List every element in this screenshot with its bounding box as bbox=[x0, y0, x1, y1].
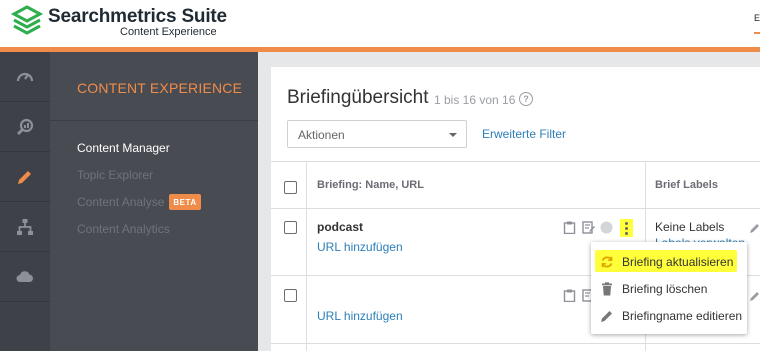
chevron-down-icon bbox=[449, 133, 457, 137]
research-magnifier-icon bbox=[17, 118, 34, 135]
row-divider bbox=[271, 343, 760, 344]
top-right-menu[interactable]: E bbox=[754, 13, 760, 23]
cloud-icon bbox=[16, 270, 33, 282]
actions-select-value: Aktionen bbox=[298, 128, 345, 142]
nav-section-title: CONTENT EXPERIENCE bbox=[77, 80, 243, 96]
rail-item-dashboard[interactable] bbox=[0, 52, 50, 102]
trash-icon bbox=[602, 282, 612, 296]
pencil-icon bbox=[601, 311, 612, 322]
briefing-context-menu: Briefing aktualisieren Briefing löschen … bbox=[591, 242, 747, 334]
site-structure-icon bbox=[17, 218, 33, 235]
select-all-checkbox[interactable] bbox=[284, 181, 297, 194]
nav-item-content-manager[interactable]: Content Manager bbox=[77, 141, 170, 155]
rail-item-research[interactable] bbox=[0, 102, 50, 152]
edit-document-icon[interactable] bbox=[582, 221, 595, 234]
nav-item-topic-explorer[interactable]: Topic Explorer bbox=[77, 168, 153, 182]
rail-item-cloud[interactable] bbox=[0, 252, 50, 302]
help-icon[interactable]: ? bbox=[519, 92, 533, 106]
nav-divider bbox=[50, 120, 258, 121]
nav-item-content-analytics[interactable]: Content Analytics bbox=[77, 222, 170, 236]
menu-item-edit-briefing-name[interactable]: Briefingname editieren bbox=[591, 303, 747, 329]
brand-subtitle: Content Experience bbox=[120, 26, 217, 38]
dashboard-gauge-icon bbox=[16, 72, 34, 81]
top-bar: Searchmetrics Suite Content Experience E bbox=[0, 0, 760, 48]
status-circle-icon bbox=[600, 221, 613, 234]
add-url-link[interactable]: URL hinzufügen bbox=[317, 309, 403, 323]
table-top-border bbox=[271, 161, 760, 162]
edit-labels-pencil-icon[interactable] bbox=[749, 222, 760, 234]
add-url-link[interactable]: URL hinzufügen bbox=[317, 240, 403, 254]
content-experience-nav: CONTENT EXPERIENCE Content Manager Topic… bbox=[50, 52, 258, 351]
nav-item-content-analyse[interactable]: Content Analyse bbox=[77, 195, 164, 209]
row-checkbox[interactable] bbox=[284, 221, 297, 234]
column-header-labels[interactable]: Brief Labels bbox=[655, 179, 718, 191]
rail-item-content[interactable] bbox=[0, 152, 50, 202]
briefing-name[interactable]: podcast bbox=[317, 220, 363, 234]
row-checkbox[interactable] bbox=[284, 289, 297, 302]
result-count: 1 bis 16 von 16 bbox=[434, 93, 516, 107]
clipboard-icon[interactable] bbox=[563, 289, 576, 302]
menu-item-label: Briefingname editieren bbox=[622, 309, 743, 323]
rail-item-site-structure[interactable] bbox=[0, 202, 50, 252]
clipboard-icon[interactable] bbox=[563, 221, 576, 234]
menu-item-label: Briefing löschen bbox=[622, 282, 708, 296]
column-header-name[interactable]: Briefing: Name, URL bbox=[317, 179, 424, 191]
more-options-icon[interactable] bbox=[620, 219, 633, 237]
refresh-icon bbox=[601, 256, 613, 268]
advanced-filter-link[interactable]: Erweiterte Filter bbox=[482, 127, 566, 141]
top-right-underline bbox=[754, 32, 760, 34]
searchmetrics-logo-icon bbox=[10, 5, 44, 35]
edit-labels-pencil-icon[interactable] bbox=[749, 290, 760, 302]
menu-item-update-briefing[interactable]: Briefing aktualisieren bbox=[591, 249, 747, 275]
column-divider bbox=[306, 161, 307, 351]
labels-value: Keine Labels bbox=[655, 220, 725, 234]
pencil-icon bbox=[18, 170, 31, 184]
table-header-border bbox=[271, 208, 760, 209]
page-title: Briefingübersicht bbox=[287, 87, 429, 108]
menu-item-delete-briefing[interactable]: Briefing löschen bbox=[591, 276, 747, 302]
icon-rail bbox=[0, 52, 50, 351]
actions-select[interactable]: Aktionen bbox=[287, 120, 467, 148]
menu-item-label: Briefing aktualisieren bbox=[622, 255, 734, 269]
brand-name: Searchmetrics Suite bbox=[48, 6, 227, 27]
beta-badge: BETA bbox=[169, 194, 201, 210]
